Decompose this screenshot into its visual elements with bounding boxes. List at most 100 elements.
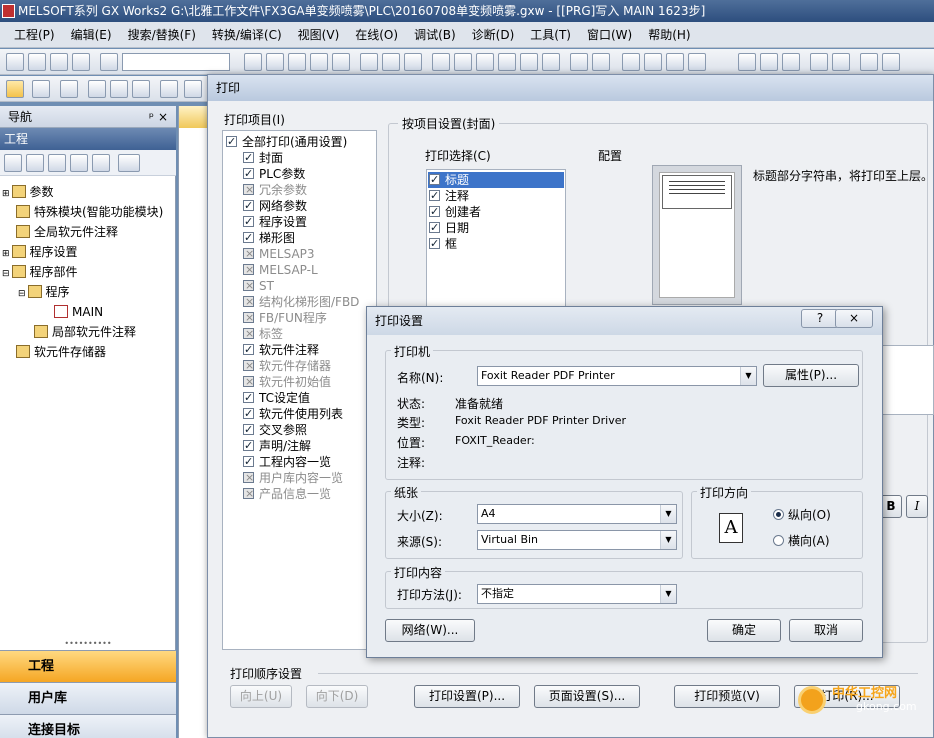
device-search-icon[interactable] — [360, 53, 378, 71]
menu-compile[interactable]: 转换/编译(C) — [204, 26, 290, 43]
tree-item-parameters[interactable]: ⊞ 参数 — [2, 182, 54, 204]
print-select-item[interactable]: 日期 — [429, 220, 469, 236]
move-down-button[interactable]: 向下(D) — [306, 685, 368, 708]
print-item[interactable]: 网络参数 — [243, 198, 307, 214]
print-item-all[interactable]: 全部打印(通用设置) — [226, 134, 347, 150]
tree-item-main[interactable]: MAIN — [54, 302, 103, 322]
copy-data-icon[interactable] — [26, 154, 44, 172]
watch-3-icon[interactable] — [132, 80, 150, 98]
print-item[interactable]: 程序设置 — [243, 214, 307, 230]
print-icon[interactable] — [72, 53, 90, 71]
network-button[interactable]: 网络(W)... — [385, 619, 475, 642]
coil-icon[interactable] — [782, 53, 800, 71]
redo-icon[interactable] — [332, 53, 350, 71]
contact-icon[interactable] — [738, 53, 756, 71]
tree-item-program-parts[interactable]: ⊟ 程序部件 — [2, 262, 78, 284]
tree-item-special-module[interactable]: 特殊模块(智能功能模块) — [16, 202, 163, 222]
function-icon[interactable] — [810, 53, 828, 71]
editor-tab[interactable] — [179, 106, 209, 128]
menu-find-replace[interactable]: 搜索/替换(F) — [120, 26, 204, 43]
italic-button[interactable]: I — [906, 495, 928, 518]
new-data-icon[interactable] — [4, 154, 22, 172]
ladder-tool-1-icon[interactable] — [622, 53, 640, 71]
device-read-icon[interactable] — [570, 53, 588, 71]
help-button[interactable]: ? — [801, 309, 839, 328]
paper-source-select[interactable]: Virtual Bin ▼ — [477, 530, 677, 550]
write-icon[interactable] — [454, 53, 472, 71]
parts-icon[interactable] — [32, 80, 50, 98]
menu-edit[interactable]: 编辑(E) — [63, 26, 120, 43]
checkbox[interactable] — [243, 342, 254, 358]
save-icon[interactable] — [50, 53, 68, 71]
checkbox[interactable] — [429, 188, 440, 204]
checkbox[interactable] — [243, 230, 254, 246]
checkbox[interactable] — [243, 214, 254, 230]
properties-icon[interactable] — [70, 154, 88, 172]
checkbox[interactable] — [429, 172, 440, 188]
ok-button[interactable]: 确定 — [707, 619, 781, 642]
toolbar-combo[interactable] — [122, 53, 230, 71]
paste-data-icon[interactable] — [48, 154, 66, 172]
zoom-icon[interactable] — [860, 53, 878, 71]
checkbox[interactable] — [429, 204, 440, 220]
watch-1-icon[interactable] — [88, 80, 106, 98]
tab-connection-destination[interactable]: 连接目标 — [0, 714, 176, 738]
cut-icon[interactable] — [244, 53, 262, 71]
close-icon[interactable]: × — [158, 106, 168, 128]
menu-window[interactable]: 窗口(W) — [579, 26, 640, 43]
simulate-icon[interactable] — [542, 53, 560, 71]
device-batch-icon[interactable] — [404, 53, 422, 71]
print-item[interactable]: TC设定值 — [243, 390, 310, 406]
checkbox[interactable] — [243, 166, 254, 182]
radio-icon[interactable] — [773, 509, 784, 520]
print-select-item[interactable]: 创建者 — [429, 204, 481, 220]
new-icon[interactable] — [6, 53, 24, 71]
watch-2-icon[interactable] — [110, 80, 128, 98]
print-select-item[interactable]: 注释 — [429, 188, 469, 204]
printer-name-select[interactable]: Foxit Reader PDF Printer ▼ — [477, 366, 757, 386]
print-item[interactable]: 软元件使用列表 — [243, 406, 343, 422]
bold-button[interactable]: B — [880, 495, 902, 518]
menu-view[interactable]: 视图(V) — [290, 26, 348, 43]
landscape-radio[interactable]: 横向(A) — [773, 532, 830, 549]
tree-item-program[interactable]: ⊟ 程序 — [18, 282, 70, 304]
cancel-button[interactable]: 取消 — [789, 619, 863, 642]
page-setup-button[interactable]: 页面设置(S)... — [534, 685, 640, 708]
menu-project[interactable]: 工程(P) — [6, 26, 63, 43]
menu-diagnostics[interactable]: 诊断(D) — [464, 26, 523, 43]
print-item[interactable]: 软元件注释 — [243, 342, 319, 358]
properties-button[interactable]: 属性(P)... — [763, 364, 859, 387]
menu-help[interactable]: 帮助(H) — [640, 26, 698, 43]
view-icon[interactable] — [160, 80, 178, 98]
move-up-button[interactable]: 向上(U) — [230, 685, 292, 708]
monitor-stop-icon[interactable] — [520, 53, 538, 71]
monitor-icon[interactable] — [498, 53, 516, 71]
read-icon[interactable] — [432, 53, 450, 71]
paste-icon[interactable] — [288, 53, 306, 71]
print-item[interactable]: 工程内容一览 — [243, 454, 331, 470]
checkbox[interactable] — [226, 134, 237, 150]
verify-icon[interactable] — [476, 53, 494, 71]
contact-b-icon[interactable] — [760, 53, 778, 71]
checkbox[interactable] — [243, 150, 254, 166]
print-item[interactable]: PLC参数 — [243, 166, 305, 182]
undo-icon[interactable] — [310, 53, 328, 71]
tree-item-program-setting[interactable]: ⊞ 程序设置 — [2, 242, 78, 264]
print-item[interactable]: 交叉参照 — [243, 422, 307, 438]
open-icon[interactable] — [28, 53, 46, 71]
checkbox[interactable] — [243, 438, 254, 454]
checkbox[interactable] — [243, 198, 254, 214]
menu-online[interactable]: 在线(O) — [347, 26, 406, 43]
checkbox[interactable] — [429, 220, 440, 236]
print-item[interactable]: 封面 — [243, 150, 283, 166]
print-setup-button[interactable]: 打印设置(P)... — [414, 685, 520, 708]
menu-tool[interactable]: 工具(T) — [522, 26, 579, 43]
tab-user-library[interactable]: 用户库 — [0, 682, 176, 714]
print-select-item[interactable]: 标题 — [428, 172, 564, 188]
comment-icon[interactable] — [882, 53, 900, 71]
checkbox[interactable] — [429, 236, 440, 252]
help-icon[interactable] — [100, 53, 118, 71]
checkbox[interactable] — [243, 406, 254, 422]
tree-item-device-memory[interactable]: 软元件存储器 — [16, 342, 106, 362]
ladder-tool-2-icon[interactable] — [644, 53, 662, 71]
